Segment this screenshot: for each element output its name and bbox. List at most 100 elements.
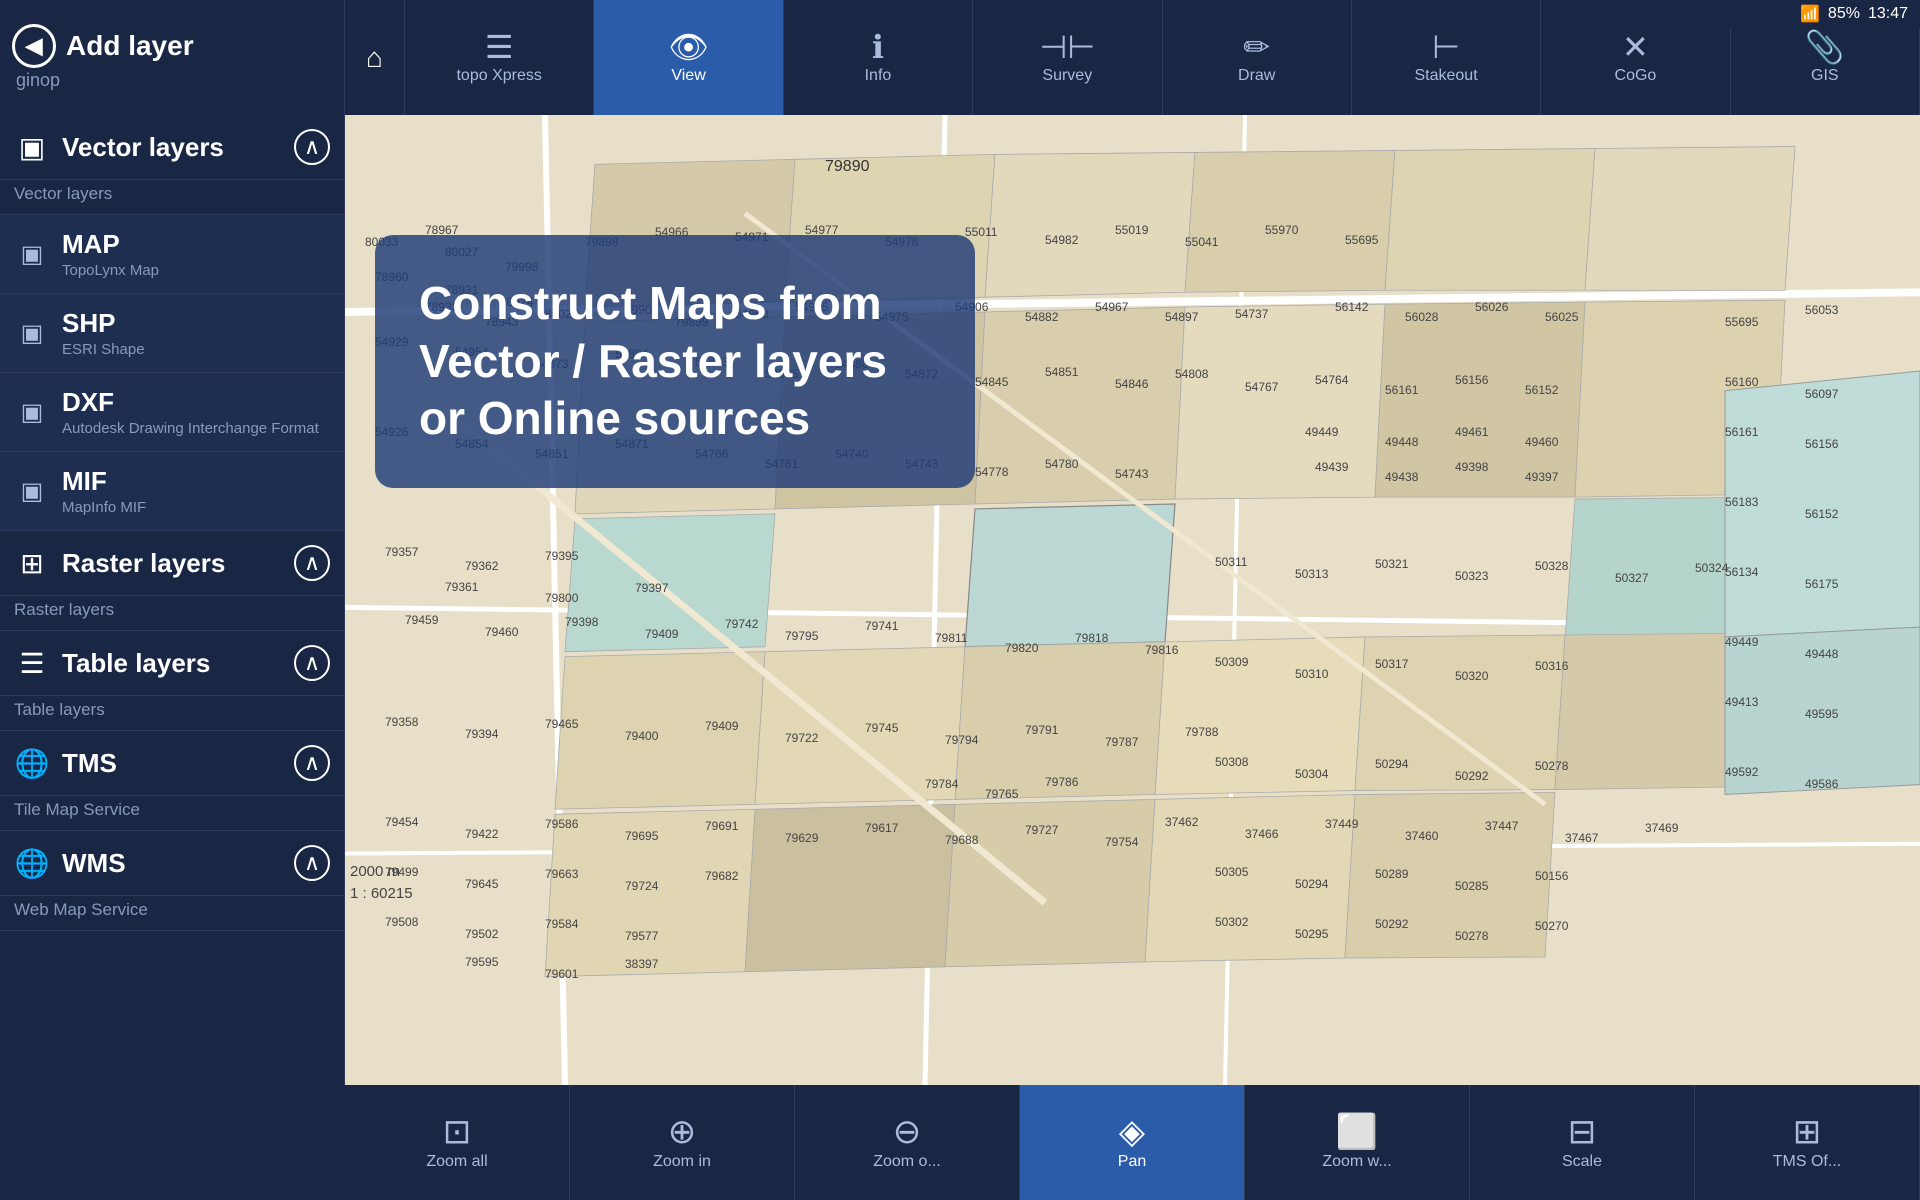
sidebar-item-map[interactable]: ▣ MAP TopoLynx Map (0, 215, 344, 294)
dxf-title: DXF (62, 387, 330, 418)
tms-off-bottom-icon: ⊞ (1793, 1115, 1822, 1149)
tms-subtitle: Tile Map Service (0, 796, 344, 831)
vector-layers-section-icon: ▣ (14, 131, 50, 164)
pan-bottom-label: Pan (1118, 1153, 1146, 1171)
bottom-item-pan[interactable]: ◈ Pan (1020, 1085, 1245, 1200)
home-icon: ⌂ (366, 42, 383, 74)
clock: 13:47 (1868, 5, 1908, 23)
wms-section-icon: 🌐 (14, 847, 50, 880)
mif-subtitle: MapInfo MIF (62, 499, 330, 516)
survey-icon: ⊣⊢ (1039, 31, 1095, 63)
mif-title: MIF (62, 466, 330, 497)
table-layers-section-icon: ☰ (14, 647, 50, 680)
mif-content: MIF MapInfo MIF (62, 466, 330, 516)
promo-text: Construct Maps from Vector / Raster laye… (419, 275, 931, 448)
draw-icon: ✏ (1243, 31, 1270, 63)
tms-off-bottom-label: TMS Of... (1773, 1153, 1841, 1171)
vector-layers-chevron-icon: ∧ (294, 129, 330, 165)
shp-subtitle: ESRI Shape (62, 341, 330, 358)
zoom-out-bottom-label: Zoom o... (873, 1153, 941, 1171)
topo-xpress-icon: ☰ (485, 31, 514, 63)
zoom-in-bottom-icon: ⊕ (668, 1115, 697, 1149)
cogo-icon: ✕ (1622, 31, 1649, 63)
home-button[interactable]: ⌂ (345, 0, 405, 115)
sidebar-section-raster-layers[interactable]: ⊞ Raster layers ∧ (0, 531, 344, 596)
gis-label: GIS (1811, 67, 1839, 85)
back-circle-icon: ◀ (12, 24, 56, 68)
status-bar: 📶 85% 13:47 (1720, 0, 1920, 28)
bottom-item-tms-off[interactable]: ⊞ TMS Of... (1695, 1085, 1920, 1200)
map-item-icon: ▣ (14, 240, 50, 269)
toolbar-item-draw[interactable]: ✏ Draw (1163, 0, 1352, 115)
zoom-w-bottom-icon: ⬜ (1336, 1115, 1378, 1149)
sidebar-section-tms[interactable]: 🌐 TMS ∧ (0, 731, 344, 796)
map-content: MAP TopoLynx Map (62, 229, 330, 279)
bottom-item-zoom-out[interactable]: ⊖ Zoom o... (795, 1085, 1020, 1200)
zoom-in-bottom-label: Zoom in (653, 1153, 711, 1171)
tms-chevron-icon: ∧ (294, 745, 330, 781)
view-label: View (671, 67, 705, 85)
sidebar-item-dxf[interactable]: ▣ DXF Autodesk Drawing Interchange Forma… (0, 373, 344, 452)
battery-status: 85% (1828, 5, 1860, 23)
dxf-subtitle: Autodesk Drawing Interchange Format (62, 420, 330, 437)
top-toolbar: ◀ Add layer ginop ⌂ ☰ topo Xpress 👁 View… (0, 0, 1920, 115)
dxf-item-icon: ▣ (14, 398, 50, 427)
raster-layers-section-title: Raster layers (62, 548, 282, 579)
sidebar-section-table-layers[interactable]: ☰ Table layers ∧ (0, 631, 344, 696)
gis-icon: 📎 (1805, 31, 1845, 63)
vector-layers-section-title: Vector layers (62, 132, 282, 163)
sidebar-section-vector-layers[interactable]: ▣ Vector layers ∧ (0, 115, 344, 180)
scale-bottom-label: Scale (1562, 1153, 1602, 1171)
toolbar-item-view[interactable]: 👁 View (594, 0, 783, 115)
map-title: MAP (62, 229, 330, 260)
draw-label: Draw (1238, 67, 1275, 85)
wifi-icon: 📶 (1800, 4, 1820, 24)
view-icon: 👁 (668, 31, 709, 63)
map-area[interactable]: 80033 80027 78967 79998 79898 54966 5497… (345, 115, 1920, 1085)
zoom-all-bottom-label: Zoom all (426, 1153, 487, 1171)
add-layer-title: Add layer (66, 30, 194, 62)
mif-item-icon: ▣ (14, 477, 50, 506)
tms-section-title: TMS (62, 748, 282, 779)
stakeout-icon: ⊢ (1432, 31, 1460, 63)
bottom-item-zoom-w[interactable]: ⬜ Zoom w... (1245, 1085, 1470, 1200)
bottom-item-scale[interactable]: ⊟ Scale (1470, 1085, 1695, 1200)
cogo-label: CoGo (1615, 67, 1657, 85)
table-layers-chevron-icon: ∧ (294, 645, 330, 681)
sidebar-item-shp[interactable]: ▣ SHP ESRI Shape (0, 294, 344, 373)
toolbar-item-cogo[interactable]: ✕ CoGo (1541, 0, 1730, 115)
zoom-out-bottom-icon: ⊖ (893, 1115, 922, 1149)
pan-bottom-icon: ◈ (1119, 1115, 1145, 1149)
wms-subtitle: Web Map Service (0, 896, 344, 931)
map-background: 80033 80027 78967 79998 79898 54966 5497… (345, 115, 1920, 1085)
shp-item-icon: ▣ (14, 319, 50, 348)
wms-section-title: WMS (62, 848, 282, 879)
raster-layers-subtitle: Raster layers (0, 596, 344, 631)
toolbar-brand: ◀ Add layer ginop (0, 0, 345, 115)
sidebar-section-wms[interactable]: 🌐 WMS ∧ (0, 831, 344, 896)
bottom-item-zoom-in[interactable]: ⊕ Zoom in (570, 1085, 795, 1200)
toolbar-item-topo-xpress[interactable]: ☰ topo Xpress (405, 0, 594, 115)
stakeout-label: Stakeout (1414, 67, 1477, 85)
bottom-toolbar: ⊡ Zoom all ⊕ Zoom in ⊖ Zoom o... ◈ Pan ⬜… (345, 1085, 1920, 1200)
raster-layers-section-icon: ⊞ (14, 547, 50, 580)
back-button[interactable]: ◀ Add layer (12, 24, 194, 68)
vector-layers-subtitle: Vector layers (0, 180, 344, 215)
sidebar: ▣ Vector layers ∧ Vector layers ▣ MAP To… (0, 115, 345, 1085)
shp-title: SHP (62, 308, 330, 339)
info-label: Info (865, 67, 892, 85)
table-layers-section-title: Table layers (62, 648, 282, 679)
toolbar-item-info[interactable]: ℹ Info (784, 0, 973, 115)
brand-name: ginop (12, 70, 60, 91)
promo-overlay: Construct Maps from Vector / Raster laye… (375, 235, 975, 488)
map-subtitle: TopoLynx Map (62, 262, 330, 279)
bottom-item-zoom-all[interactable]: ⊡ Zoom all (345, 1085, 570, 1200)
toolbar-item-survey[interactable]: ⊣⊢ Survey (973, 0, 1162, 115)
toolbar-item-stakeout[interactable]: ⊢ Stakeout (1352, 0, 1541, 115)
wms-chevron-icon: ∧ (294, 845, 330, 881)
tms-section-icon: 🌐 (14, 747, 50, 780)
topo-xpress-label: topo Xpress (456, 67, 541, 85)
toolbar-items: ☰ topo Xpress 👁 View ℹ Info ⊣⊢ Survey ✏ … (405, 0, 1920, 115)
shp-content: SHP ESRI Shape (62, 308, 330, 358)
sidebar-item-mif[interactable]: ▣ MIF MapInfo MIF (0, 452, 344, 531)
